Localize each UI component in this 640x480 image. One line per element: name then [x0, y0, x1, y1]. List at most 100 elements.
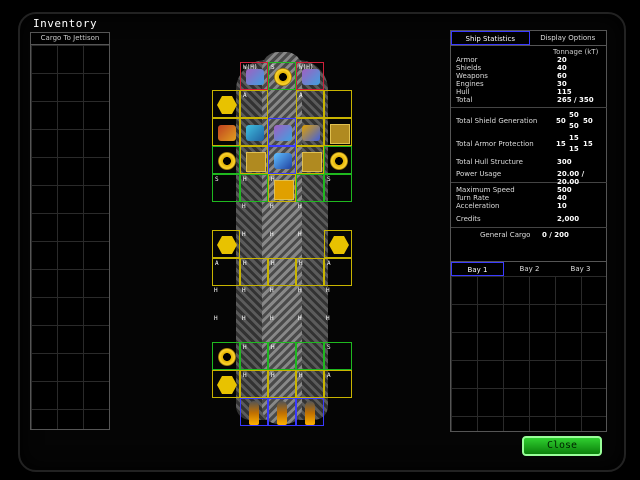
close-button[interactable]: Close — [522, 436, 602, 456]
crate-icon — [302, 152, 322, 172]
jettison-header: Cargo To Jettison — [31, 33, 109, 45]
slot-hull[interactable]: H — [268, 202, 296, 230]
slot-hull[interactable] — [296, 174, 324, 202]
shield-gen-top: 50 — [569, 111, 579, 119]
slot-hull[interactable]: H — [268, 230, 296, 258]
tab-bay-1[interactable]: Bay 1 — [451, 262, 504, 276]
power-usage-value: 20.00 / 20.00 — [557, 170, 585, 186]
ship-layout[interactable]: W(H) S W(H) A A S H H S H H H H H H A H … — [212, 52, 352, 428]
slot-hull[interactable]: H — [240, 342, 268, 370]
slot-shield[interactable]: S — [324, 342, 352, 370]
slot-hull[interactable]: H — [240, 174, 268, 202]
slot-armor[interactable]: A — [324, 258, 352, 286]
tab-display-options[interactable]: Display Options — [530, 31, 607, 45]
slot-hull[interactable] — [296, 342, 324, 370]
general-cargo-label: General Cargo — [480, 231, 531, 239]
slot-hull[interactable]: H — [296, 314, 324, 342]
tab-bay-2[interactable]: Bay 2 — [504, 262, 555, 276]
jettison-panel[interactable]: Cargo To Jettison — [30, 32, 110, 430]
jettison-grid[interactable] — [31, 45, 109, 429]
missile-icon — [302, 125, 320, 141]
slot-weapon-right[interactable]: W(H) — [296, 62, 324, 90]
slot-armor[interactable]: A — [240, 90, 268, 118]
slot-shield-left[interactable] — [212, 146, 240, 174]
armor-prot-top: 15 — [569, 134, 579, 142]
slot-armor[interactable]: A — [296, 90, 324, 118]
tab-ship-statistics[interactable]: Ship Statistics — [451, 31, 530, 45]
slot-weapon-bay[interactable] — [296, 118, 324, 146]
slot-hull[interactable]: H — [268, 258, 296, 286]
slot-hull[interactable]: H — [240, 314, 268, 342]
slot-shield-right[interactable] — [324, 146, 352, 174]
slot-hull[interactable]: H — [212, 286, 240, 314]
slot-hull[interactable]: H — [268, 314, 296, 342]
slot-hull[interactable]: H — [212, 314, 240, 342]
weapons-value: 60 — [557, 72, 567, 80]
slot-armor[interactable] — [324, 230, 352, 258]
slot-hull[interactable]: H — [324, 286, 352, 314]
slot-armor[interactable]: A — [212, 258, 240, 286]
tab-bay-3[interactable]: Bay 3 — [555, 262, 606, 276]
slot-hull[interactable]: H — [240, 202, 268, 230]
slot-shield[interactable]: S — [212, 174, 240, 202]
armor-value: 20 — [557, 56, 567, 64]
slot-cargo[interactable] — [240, 146, 268, 174]
slot-armor[interactable]: A — [324, 370, 352, 398]
slot-hull[interactable]: H — [296, 258, 324, 286]
shield-gen-right: 50 — [583, 117, 593, 125]
slot-engine[interactable] — [296, 398, 324, 426]
slot-armor-left[interactable] — [212, 90, 240, 118]
armor-plate-icon — [217, 96, 237, 114]
engine-icon — [274, 125, 292, 141]
slot-engine[interactable] — [240, 398, 268, 426]
slot-hull[interactable]: H — [240, 230, 268, 258]
shield-generator-icon — [330, 152, 348, 170]
slot-hull[interactable]: H — [296, 370, 324, 398]
slot-shield[interactable] — [212, 342, 240, 370]
slot-hull[interactable]: H — [268, 286, 296, 314]
armor-prot-label: Total Armor Protection — [456, 140, 534, 148]
slot-hull[interactable]: H — [268, 370, 296, 398]
slot-cargo[interactable] — [296, 146, 324, 174]
max-speed-label: Maximum Speed — [456, 186, 515, 194]
slot-armor[interactable] — [212, 370, 240, 398]
bay-grid[interactable] — [451, 276, 606, 431]
stats-panel: Ship Statistics Display Options Tonnage … — [450, 30, 607, 432]
slot-hull[interactable]: H — [296, 286, 324, 314]
power-usage-label: Power Usage — [456, 170, 502, 178]
slot-armor-right[interactable] — [324, 90, 352, 118]
acceleration-value: 10 — [557, 202, 567, 210]
shield-generator-icon — [274, 68, 292, 86]
credits-value: 2,000 — [557, 215, 580, 223]
slot-engine-top[interactable] — [268, 118, 296, 146]
slot-weapon-left[interactable]: W(H) — [240, 62, 268, 90]
slot-hull[interactable]: H — [268, 342, 296, 370]
ship-statistics: Tonnage (kT) Armor 20 Shields 40 Weapons 60… — [451, 48, 607, 241]
slot-hull[interactable]: H — [240, 286, 268, 314]
armor-label: Armor — [456, 56, 478, 64]
hull-value: 115 — [557, 88, 572, 96]
cargo-bays: Bay 1 Bay 2 Bay 3 — [451, 261, 606, 431]
slot-hull[interactable]: H — [296, 202, 324, 230]
shield-gen-bottom: 50 — [569, 122, 579, 130]
slot-hull[interactable]: H — [296, 230, 324, 258]
slot-hull[interactable]: H — [240, 258, 268, 286]
armor-prot-right: 15 — [583, 140, 593, 148]
slot-cargo-right[interactable] — [324, 118, 352, 146]
engines-label: Engines — [456, 80, 484, 88]
window-title: Inventory — [33, 17, 98, 30]
slot-shield[interactable]: S — [324, 174, 352, 202]
shield-generator-icon — [218, 152, 236, 170]
slot-hull[interactable]: H — [324, 314, 352, 342]
slot-hull-book[interactable]: H — [268, 174, 296, 202]
shields-label: Shields — [456, 64, 482, 72]
laser-icon — [246, 125, 264, 141]
armor-plate-icon — [329, 236, 349, 254]
slot-hull[interactable]: H — [240, 370, 268, 398]
slot-engine[interactable] — [268, 398, 296, 426]
slot-engine[interactable] — [268, 146, 296, 174]
slot-armor[interactable] — [212, 230, 240, 258]
slot-shield-nose[interactable]: S — [268, 62, 296, 90]
slot-weapon-bay-left[interactable] — [212, 118, 240, 146]
slot-weapon-bay[interactable] — [240, 118, 268, 146]
